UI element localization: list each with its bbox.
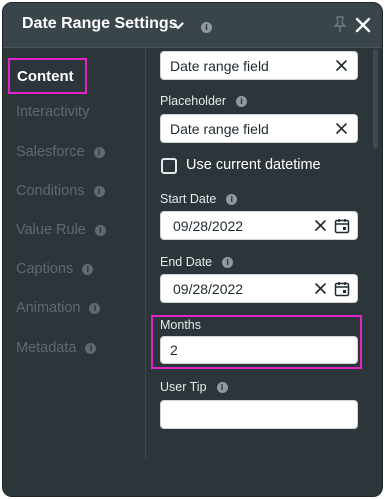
content-scrollbar[interactable]	[373, 49, 378, 149]
calendar-icon[interactable]	[334, 218, 350, 237]
placeholder-label-text: Placeholder	[160, 94, 227, 108]
months-value: 2	[170, 342, 178, 358]
name-field-value: Date range field	[170, 57, 269, 74]
use-current-datetime-label[interactable]: Use current datetime	[186, 157, 321, 173]
pin-icon[interactable]	[333, 16, 347, 39]
sidebar-item-value-rule[interactable]: Value Rule i	[16, 222, 106, 238]
info-icon[interactable]: i	[236, 95, 248, 107]
months-label: Months	[160, 318, 201, 332]
sidebar-item-label: Animation	[16, 300, 81, 316]
user-tip-label: User Tip i	[160, 380, 228, 394]
sidebar-item-metadata[interactable]: Metadata i	[16, 340, 97, 356]
info-icon[interactable]: i	[216, 381, 228, 393]
sidebar-item-content[interactable]: Content	[8, 58, 87, 94]
sidebar-item-label: Captions	[16, 261, 74, 277]
sidebar-item-conditions[interactable]: Conditions i	[16, 183, 105, 199]
info-icon: i	[89, 302, 101, 314]
end-date-label-text: End Date	[160, 255, 213, 269]
sidebar-item-animation[interactable]: Animation i	[16, 300, 101, 316]
info-icon: i	[93, 146, 105, 158]
panel-title[interactable]: Date Range Settings	[22, 15, 178, 33]
end-date-value: 09/28/2022	[173, 280, 244, 297]
sidebar-item-captions[interactable]: Captions i	[16, 261, 94, 277]
use-current-datetime-checkbox[interactable]	[161, 158, 177, 174]
user-tip-label-text: User Tip	[160, 380, 207, 394]
placeholder-field[interactable]: Date range field	[160, 114, 358, 143]
sidebar-item-label: Metadata	[16, 340, 77, 356]
settings-panel: Date Range Settings i Content Interactiv…	[2, 2, 383, 497]
clear-x-icon[interactable]	[335, 59, 348, 75]
start-date-field[interactable]: 09/28/2022	[160, 211, 358, 240]
start-date-value: 09/28/2022	[173, 217, 244, 234]
placeholder-label: Placeholder i	[160, 94, 248, 108]
clear-x-icon[interactable]	[314, 282, 327, 298]
info-icon[interactable]: i	[222, 256, 234, 268]
name-field[interactable]: Date range field	[160, 51, 358, 80]
info-icon[interactable]: i	[226, 193, 238, 205]
settings-content: Date range field Placeholder i Date rang…	[146, 49, 381, 459]
info-icon: i	[94, 224, 106, 236]
end-date-label: End Date i	[160, 255, 234, 269]
panel-footer	[3, 460, 382, 496]
months-label-text: Months	[160, 318, 201, 332]
user-tip-field[interactable]	[160, 400, 358, 429]
panel-header: Date Range Settings i	[3, 3, 382, 48]
sidebar-item-label: Content	[17, 67, 74, 85]
info-icon: i	[85, 342, 97, 354]
sidebar-item-label: Interactivity	[16, 104, 90, 120]
end-date-field[interactable]: 09/28/2022	[160, 274, 358, 303]
sidebar-item-label: Value Rule	[16, 222, 86, 238]
placeholder-field-value: Date range field	[170, 120, 269, 137]
sidebar-item-interactivity[interactable]: Interactivity	[16, 104, 89, 120]
start-date-label: Start Date i	[160, 192, 238, 206]
start-date-label-text: Start Date	[160, 192, 217, 206]
sidebar-item-label: Conditions	[16, 183, 85, 199]
sidebar-item-salesforce[interactable]: Salesforce i	[16, 144, 105, 160]
close-icon[interactable]	[354, 16, 372, 39]
clear-x-icon[interactable]	[335, 122, 348, 138]
calendar-icon[interactable]	[334, 281, 350, 300]
info-icon[interactable]: i	[201, 22, 212, 33]
months-field[interactable]: 2	[160, 336, 358, 364]
chevron-down-icon[interactable]	[172, 18, 184, 36]
info-icon: i	[82, 263, 94, 275]
settings-sidebar: Content Interactivity Salesforce i Condi…	[3, 49, 145, 459]
info-icon: i	[93, 185, 105, 197]
clear-x-icon[interactable]	[314, 219, 327, 235]
sidebar-item-label: Salesforce	[16, 144, 85, 160]
